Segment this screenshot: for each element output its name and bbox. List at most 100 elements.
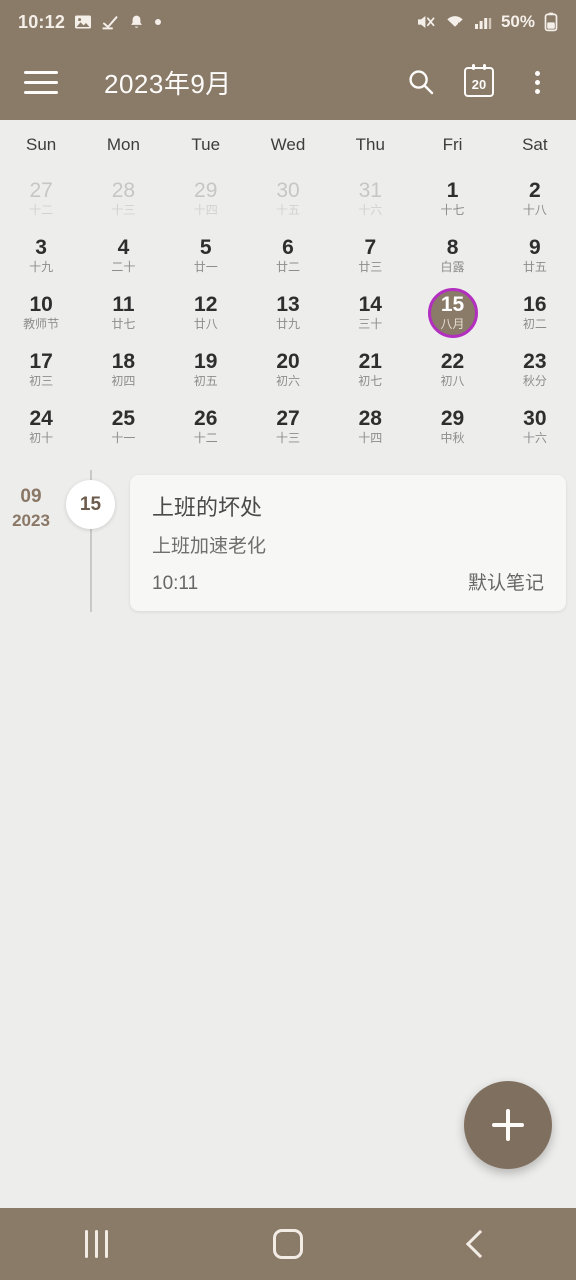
event-card[interactable]: 上班的坏处 上班加速老化 10:11 默认笔记 [130, 475, 566, 612]
page-title: 2023年9月 [104, 68, 232, 99]
battery-percent-label: 50% [500, 12, 535, 31]
day-cell[interactable]: 14 三十 [329, 284, 411, 341]
day-cell[interactable]: 20 初六 [247, 341, 329, 398]
calendar-app-screen: 10:12 50% 2023年9月 20 Sun Mon Tue Wed Thu… [0, 0, 576, 1280]
lunar-label: 十二 [29, 203, 54, 218]
day-cell[interactable]: 27 十二 [0, 170, 82, 227]
dot-icon [154, 18, 162, 26]
day-number: 30 [523, 407, 547, 431]
lunar-label: 十三 [275, 431, 300, 446]
lunar-label: 十九 [29, 260, 54, 275]
battery-icon [544, 12, 558, 32]
agenda-section: 09 2023 15 上班的坏处 上班加速老化 10:11 默认笔记 [0, 470, 576, 612]
day-cell[interactable]: 29 中秋 [411, 398, 493, 455]
lunar-label: 廿七 [111, 317, 136, 332]
day-cell[interactable]: 2 十八 [494, 170, 576, 227]
weekday-label-thu: Thu [355, 135, 385, 154]
plus-icon-vertical [506, 1109, 510, 1141]
day-cell[interactable]: 9 廿五 [494, 227, 576, 284]
lunar-label: 秋分 [522, 374, 547, 389]
day-number: 12 [194, 293, 218, 317]
day-cell[interactable]: 21 初七 [329, 341, 411, 398]
day-cell[interactable]: 7 廿三 [329, 227, 411, 284]
status-bar: 10:12 50% [0, 0, 576, 44]
day-number: 10 [29, 293, 53, 317]
lunar-label: 十一 [111, 431, 136, 446]
weekday-label-fri: Fri [442, 135, 463, 154]
day-number: 11 [112, 293, 135, 317]
day-number: 8 [446, 236, 459, 260]
day-number: 23 [523, 350, 547, 374]
day-cell-selected[interactable]: 15 八月 [411, 284, 493, 341]
day-number: 7 [364, 236, 377, 260]
back-button[interactable] [420, 1208, 540, 1280]
lunar-label: 廿三 [358, 260, 383, 275]
day-cell[interactable]: 11 廿七 [82, 284, 164, 341]
day-cell[interactable]: 27 十三 [247, 398, 329, 455]
lunar-label: 十三 [111, 203, 136, 218]
day-number: 13 [276, 293, 300, 317]
day-cell[interactable]: 24 初十 [0, 398, 82, 455]
lunar-label: 三十 [358, 317, 383, 332]
home-button[interactable] [228, 1208, 348, 1280]
day-cell[interactable]: 8 白露 [411, 227, 493, 284]
day-number: 16 [523, 293, 547, 317]
day-number: 27 [29, 179, 53, 203]
calendar-today-icon[interactable]: 20 [450, 53, 508, 111]
day-cell[interactable]: 6 廿二 [247, 227, 329, 284]
lunar-label: 八月 [440, 317, 465, 332]
day-cell[interactable]: 28 十三 [82, 170, 164, 227]
mute-icon [416, 13, 436, 31]
day-cell[interactable]: 26 十二 [165, 398, 247, 455]
lunar-label: 十七 [440, 203, 465, 218]
lunar-label: 十六 [522, 431, 547, 446]
lunar-label: 十四 [358, 431, 383, 446]
day-number: 1 [446, 179, 459, 203]
event-time: 10:11 [152, 573, 199, 595]
day-number: 26 [194, 407, 218, 431]
day-cell[interactable]: 5 廿一 [165, 227, 247, 284]
day-cell[interactable]: 17 初三 [0, 341, 82, 398]
agenda-day-bubble[interactable]: 15 [66, 480, 115, 529]
signal-bars-icon [474, 13, 492, 31]
day-cell[interactable]: 3 十九 [0, 227, 82, 284]
day-cell[interactable]: 30 十六 [494, 398, 576, 455]
day-cell[interactable]: 22 初八 [411, 341, 493, 398]
lunar-label: 十八 [522, 203, 547, 218]
day-number: 28 [358, 407, 382, 431]
lunar-label: 初五 [193, 374, 218, 389]
day-number: 19 [194, 350, 218, 374]
day-cell[interactable]: 12 廿八 [165, 284, 247, 341]
day-cell[interactable]: 28 十四 [329, 398, 411, 455]
day-number: 30 [276, 179, 300, 203]
day-cell[interactable]: 16 初二 [494, 284, 576, 341]
image-icon [74, 13, 92, 31]
lunar-label: 廿一 [193, 260, 218, 275]
day-cell[interactable]: 18 初四 [82, 341, 164, 398]
day-cell[interactable]: 10 教师节 [0, 284, 82, 341]
weekday-header: Sun Mon Tue Wed Thu Fri Sat [0, 120, 576, 170]
status-bar-left: 10:12 [18, 12, 162, 33]
day-cell[interactable]: 1 十七 [411, 170, 493, 227]
lunar-label: 白露 [440, 260, 465, 275]
overflow-menu-icon[interactable] [508, 53, 566, 111]
day-cell[interactable]: 30 十五 [247, 170, 329, 227]
day-cell[interactable]: 31 十六 [329, 170, 411, 227]
day-cell[interactable]: 13 廿九 [247, 284, 329, 341]
back-icon [465, 1229, 495, 1259]
hamburger-menu-icon[interactable] [24, 70, 80, 94]
day-cell[interactable]: 19 初五 [165, 341, 247, 398]
recents-button[interactable] [36, 1208, 156, 1280]
day-cell[interactable]: 23 秋分 [494, 341, 576, 398]
day-cell[interactable]: 4 二十 [82, 227, 164, 284]
month-grid[interactable]: 27 十二 28 十三 29 十四 30 十五 31 十六 1 十七 2 十八 3 十九 4 二十 5 廿一 6 廿二 7 廿… [0, 170, 576, 455]
search-icon[interactable] [392, 53, 450, 111]
add-event-fab[interactable] [464, 1081, 552, 1169]
day-cell[interactable]: 25 十一 [82, 398, 164, 455]
lunar-label: 廿二 [275, 260, 300, 275]
day-cell[interactable]: 29 十四 [165, 170, 247, 227]
day-number: 4 [117, 236, 130, 260]
lunar-label: 初八 [440, 374, 465, 389]
lunar-label: 初十 [29, 431, 54, 446]
day-number: 25 [111, 407, 136, 431]
